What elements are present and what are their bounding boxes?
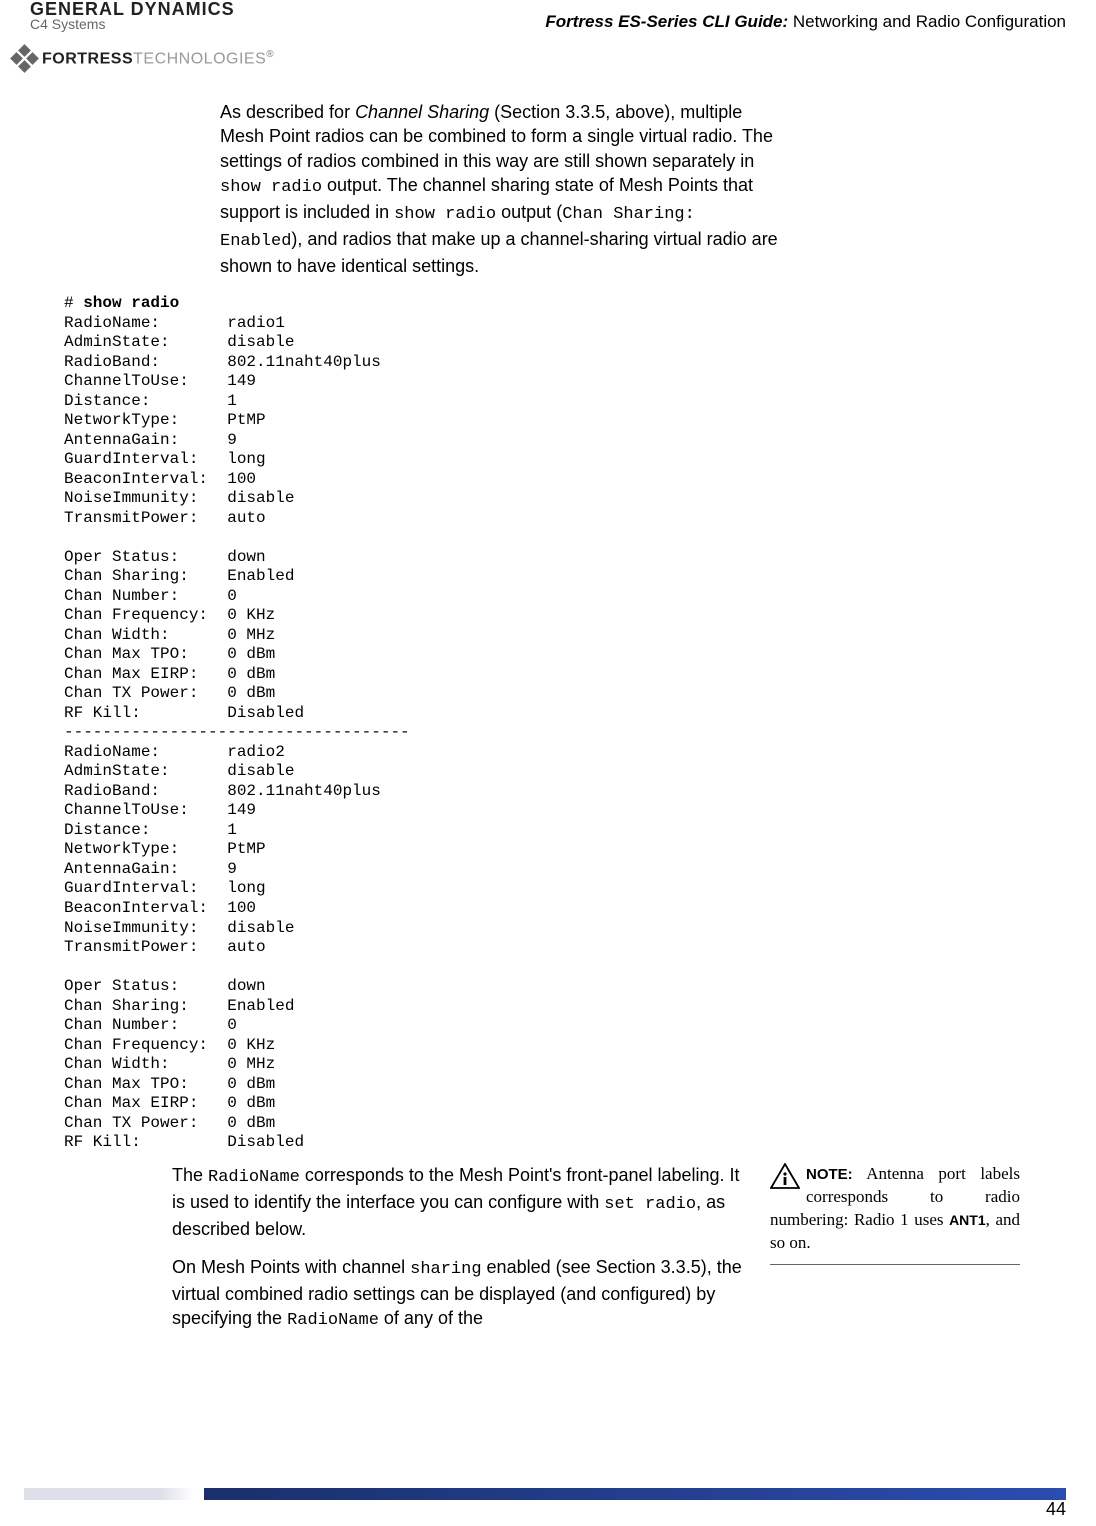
radioname-term: RadioName (287, 1311, 379, 1330)
intro-paragraph: As described for Channel Sharing (Sectio… (220, 100, 780, 278)
text: The (172, 1165, 208, 1185)
cli-output: # show radio RadioName: radio1 AdminStat… (64, 294, 1096, 1153)
text: As described for (220, 102, 355, 122)
text: On Mesh Points with channel (172, 1257, 410, 1277)
radioname-term: RadioName (208, 1168, 300, 1187)
show-radio-cmd: show radio (394, 205, 496, 224)
text: ), and radios that make up a channel-sha… (220, 229, 778, 276)
text: of any of the (379, 1308, 483, 1328)
footer-bar (24, 1488, 1066, 1500)
footer-seg-right (204, 1488, 1066, 1500)
fortress-logo-text: FORTRESSTECHNOLOGIES® (42, 49, 274, 68)
doc-title-rest: Networking and Radio Configuration (788, 12, 1066, 31)
note-label: NOTE: (806, 1166, 853, 1183)
footer-seg-left (24, 1488, 194, 1500)
page-header: GENERAL DYNAMICS C4 Systems Fortress ES-… (0, 0, 1096, 32)
registered-mark: ® (266, 49, 274, 60)
doc-title-italic: Fortress ES-Series CLI Guide: (545, 12, 788, 31)
technologies-text: TECHNOLOGIES (133, 51, 266, 68)
logo-block: GENERAL DYNAMICS C4 Systems (30, 0, 235, 32)
text: output ( (496, 202, 562, 222)
c4-systems-text: C4 Systems (30, 16, 235, 32)
set-radio-cmd: set radio (604, 1195, 696, 1214)
lower-paragraphs: The RadioName corresponds to the Mesh Po… (172, 1163, 742, 1347)
fortress-diamond-icon (12, 46, 38, 72)
note-callout: NOTE: Antenna port labels corresponds to… (770, 1163, 1020, 1347)
fortress-logo-row: FORTRESSTECHNOLOGIES® (12, 46, 1096, 72)
sharing-term: sharing (410, 1260, 481, 1279)
document-title: Fortress ES-Series CLI Guide: Networking… (545, 0, 1066, 32)
lower-content: The RadioName corresponds to the Mesh Po… (0, 1163, 1096, 1347)
channel-sharing-term: Channel Sharing (355, 102, 489, 122)
info-triangle-icon (770, 1163, 800, 1189)
note-rule (770, 1264, 1020, 1265)
ant1-label: ANT1 (949, 1212, 986, 1228)
page-number: 44 (1046, 1499, 1066, 1520)
sharing-paragraph: On Mesh Points with channel sharing enab… (172, 1255, 742, 1333)
note-body: NOTE: Antenna port labels corresponds to… (770, 1163, 1020, 1255)
show-radio-cmd: show radio (220, 178, 322, 197)
radioname-paragraph: The RadioName corresponds to the Mesh Po… (172, 1163, 742, 1241)
fortress-bold: FORTRESS (42, 51, 133, 68)
